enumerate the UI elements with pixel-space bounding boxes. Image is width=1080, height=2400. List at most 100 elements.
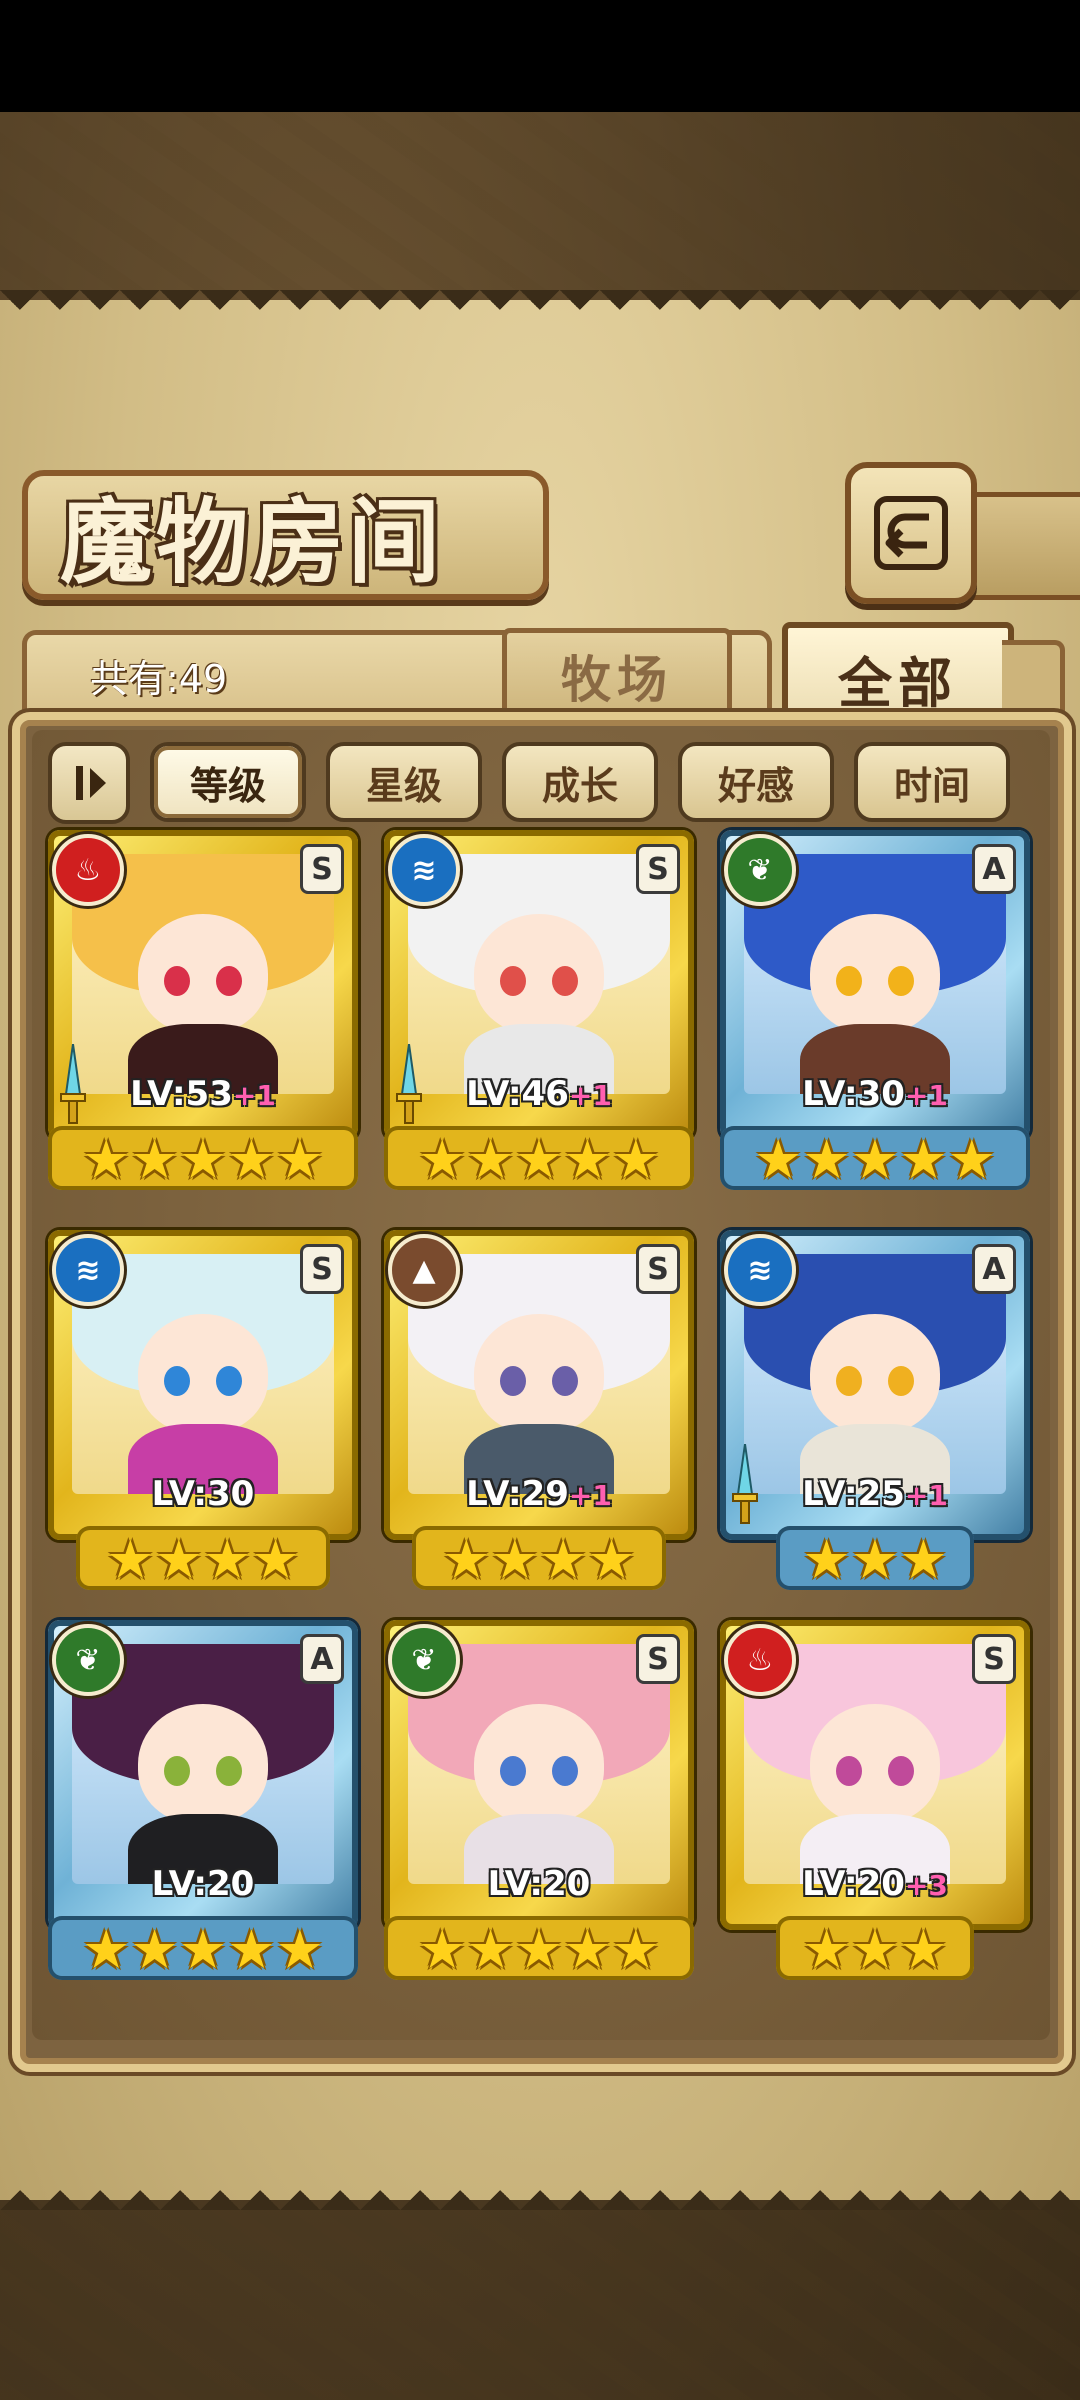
sort-by-time-button[interactable]: 时间: [854, 742, 1010, 822]
portrait-eye: [888, 1366, 914, 1396]
monster-card[interactable]: ❦ S LV:20 ★★★★★: [384, 1620, 694, 1980]
element-water-icon: ≋: [724, 1234, 796, 1306]
monster-level: LV:53+1: [48, 1074, 358, 1114]
sort-by-level-button[interactable]: 等级: [150, 742, 306, 822]
portrait-eye: [888, 1756, 914, 1786]
rank-badge: S: [636, 1244, 680, 1294]
tab-ranch[interactable]: 牧场: [502, 628, 732, 719]
level-value: LV:25: [802, 1474, 905, 1514]
monster-level: LV:46+1: [384, 1074, 694, 1114]
sort-order-icon: [76, 766, 106, 800]
back-button[interactable]: [845, 462, 977, 604]
monster-card[interactable]: ≋ S LV:30 ★★★★: [48, 1230, 358, 1590]
portrait-face: [474, 1314, 604, 1434]
monster-card[interactable]: ♨ S LV:20+3 ★★★: [720, 1620, 1030, 1980]
star-icons: ★★★★★: [417, 1918, 661, 1981]
status-bar: [0, 0, 1080, 112]
portrait-eye: [552, 966, 578, 996]
monster-level: LV:30: [48, 1474, 358, 1514]
star-icons: ★★★: [802, 1528, 948, 1591]
portrait-face: [474, 1704, 604, 1824]
sort-by-stars-button[interactable]: 星级: [326, 742, 482, 822]
star-rating: ★★★★★: [48, 1130, 358, 1192]
portrait-face: [138, 1314, 268, 1434]
star-rating: ★★★★: [48, 1530, 358, 1592]
monster-level: LV:20: [384, 1864, 694, 1904]
star-icons: ★★★: [802, 1918, 948, 1981]
star-rating: ★★★★★: [48, 1920, 358, 1982]
level-value: LV:30: [802, 1074, 905, 1114]
sort-by-affection-button[interactable]: 好感: [678, 742, 834, 822]
portrait-eye: [836, 1366, 862, 1396]
star-icons: ★★★★: [106, 1528, 300, 1591]
portrait-eye: [836, 1756, 862, 1786]
portrait-face: [138, 914, 268, 1034]
star-rating: ★★★★★: [720, 1130, 1030, 1192]
portrait-face: [810, 914, 940, 1034]
element-wood-icon: ❦: [52, 1624, 124, 1696]
rank-badge: S: [300, 1244, 344, 1294]
portrait-eye: [552, 1366, 578, 1396]
portrait-eye: [836, 966, 862, 996]
monster-level: LV:29+1: [384, 1474, 694, 1514]
level-value: LV:30: [151, 1474, 255, 1514]
portrait-face: [810, 1704, 940, 1824]
torn-edge-top: [0, 290, 1080, 330]
portrait-eye: [216, 1366, 242, 1396]
element-wood-icon: ❦: [388, 1624, 460, 1696]
level-value: LV:53: [130, 1074, 233, 1114]
page-title: 魔物房间: [60, 488, 445, 596]
star-rating: ★★★★★: [384, 1130, 694, 1192]
rank-badge: S: [300, 844, 344, 894]
monster-card[interactable]: ❦ A LV:30+1 ★★★★★: [720, 830, 1030, 1190]
portrait-eye: [164, 1366, 190, 1396]
star-rating: ★★★★★: [384, 1920, 694, 1982]
level-bonus: +1: [232, 1079, 276, 1112]
portrait-eye: [164, 966, 190, 996]
rank-badge: A: [972, 1244, 1016, 1294]
portrait-eye: [216, 1756, 242, 1786]
level-bonus: +1: [568, 1479, 612, 1512]
monster-level: LV:20+3: [720, 1864, 1030, 1904]
monster-card[interactable]: ≋ A LV:25+1 ★★★: [720, 1230, 1030, 1590]
level-value: LV:20: [487, 1864, 591, 1904]
rank-badge: A: [972, 844, 1016, 894]
element-fire-icon: ♨: [52, 834, 124, 906]
portrait-eye: [500, 1366, 526, 1396]
monster-card[interactable]: ♨ S LV:53+1 ★★★★★: [48, 830, 358, 1190]
rank-badge: S: [636, 844, 680, 894]
portrait-eye: [552, 1756, 578, 1786]
level-bonus: +1: [904, 1079, 948, 1112]
monster-card[interactable]: ≋ S LV:46+1 ★★★★★: [384, 830, 694, 1190]
monster-count: 共有:49: [90, 657, 228, 701]
element-water-icon: ≋: [52, 1234, 124, 1306]
back-button-rail: [960, 492, 1080, 600]
portrait-eye: [216, 966, 242, 996]
portrait-face: [474, 914, 604, 1034]
star-icons: ★★★★★: [753, 1128, 997, 1191]
sort-by-growth-button[interactable]: 成长: [502, 742, 658, 822]
monster-card[interactable]: ❦ A LV:20 ★★★★★: [48, 1620, 358, 1980]
portrait-eye: [500, 1756, 526, 1786]
star-icons: ★★★★★: [81, 1128, 325, 1191]
sort-order-button[interactable]: [48, 742, 130, 824]
level-bonus: +3: [904, 1869, 948, 1902]
portrait-face: [138, 1704, 268, 1824]
star-icons: ★★★★★: [81, 1918, 325, 1981]
element-fire-icon: ♨: [724, 1624, 796, 1696]
level-bonus: +1: [568, 1079, 612, 1112]
level-bonus: +1: [904, 1479, 948, 1512]
star-rating: ★★★: [720, 1920, 1030, 1982]
star-icons: ★★★★: [442, 1528, 636, 1591]
element-earth-icon: ▲: [388, 1234, 460, 1306]
portrait-eye: [500, 966, 526, 996]
portrait-eye: [164, 1756, 190, 1786]
rank-badge: A: [300, 1634, 344, 1684]
level-value: LV:20: [802, 1864, 905, 1904]
monster-level: LV:25+1: [720, 1474, 1030, 1514]
portrait-eye: [888, 966, 914, 996]
star-rating: ★★★: [720, 1530, 1030, 1592]
monster-card[interactable]: ▲ S LV:29+1 ★★★★: [384, 1230, 694, 1590]
star-rating: ★★★★: [384, 1530, 694, 1592]
level-value: LV:20: [151, 1864, 255, 1904]
